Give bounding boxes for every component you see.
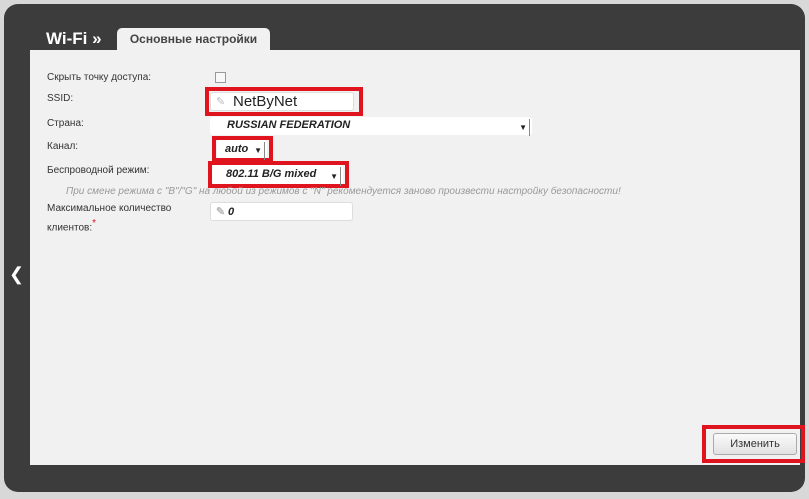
required-mark: * [92, 218, 97, 229]
chevron-down-icon: ▼ [254, 142, 265, 160]
max-clients-label-text: клиентов: [47, 222, 93, 234]
max-clients-value: 0 [228, 206, 235, 218]
settings-panel [30, 50, 800, 465]
max-clients-label-2: клиентов:* [47, 218, 96, 233]
hide-ap-label: Скрыть точку доступа: [47, 72, 152, 83]
chevron-down-icon: ▼ [519, 119, 530, 136]
apply-button[interactable]: Изменить [713, 433, 797, 455]
back-arrow-icon[interactable]: ❮ [9, 264, 24, 285]
channel-select[interactable]: auto ▼ [217, 140, 267, 160]
mode-value: 802.11 B/G mixed [226, 168, 317, 180]
mode-select[interactable]: 802.11 B/G mixed ▼ [212, 165, 343, 186]
ssid-input[interactable]: ✎ NetByNet [210, 92, 354, 111]
pencil-icon: ✎ [216, 96, 226, 108]
country-label: Страна: [47, 118, 84, 129]
country-select[interactable]: RUSSIAN FEDERATION ▼ [210, 117, 532, 136]
tab-basic-settings[interactable]: Основные настройки [117, 28, 270, 51]
chevron-down-icon: ▼ [330, 167, 341, 186]
channel-value: auto [225, 143, 249, 155]
max-clients-label: Максимальное количество [47, 203, 172, 214]
ssid-value: NetByNet [233, 93, 298, 110]
pencil-icon: ✎ [216, 206, 226, 218]
breadcrumb[interactable]: Wi-Fi » [46, 29, 102, 49]
ssid-label: SSID: [47, 93, 74, 104]
country-value: RUSSIAN FEDERATION [227, 119, 351, 131]
mode-label: Беспроводной режим: [47, 165, 150, 176]
channel-label: Канал: [47, 141, 79, 152]
mode-hint: При смене режима с "B"/"G" на любой из р… [66, 186, 621, 197]
max-clients-input[interactable]: ✎ 0 [210, 202, 353, 221]
hide-ap-checkbox[interactable] [215, 72, 226, 83]
